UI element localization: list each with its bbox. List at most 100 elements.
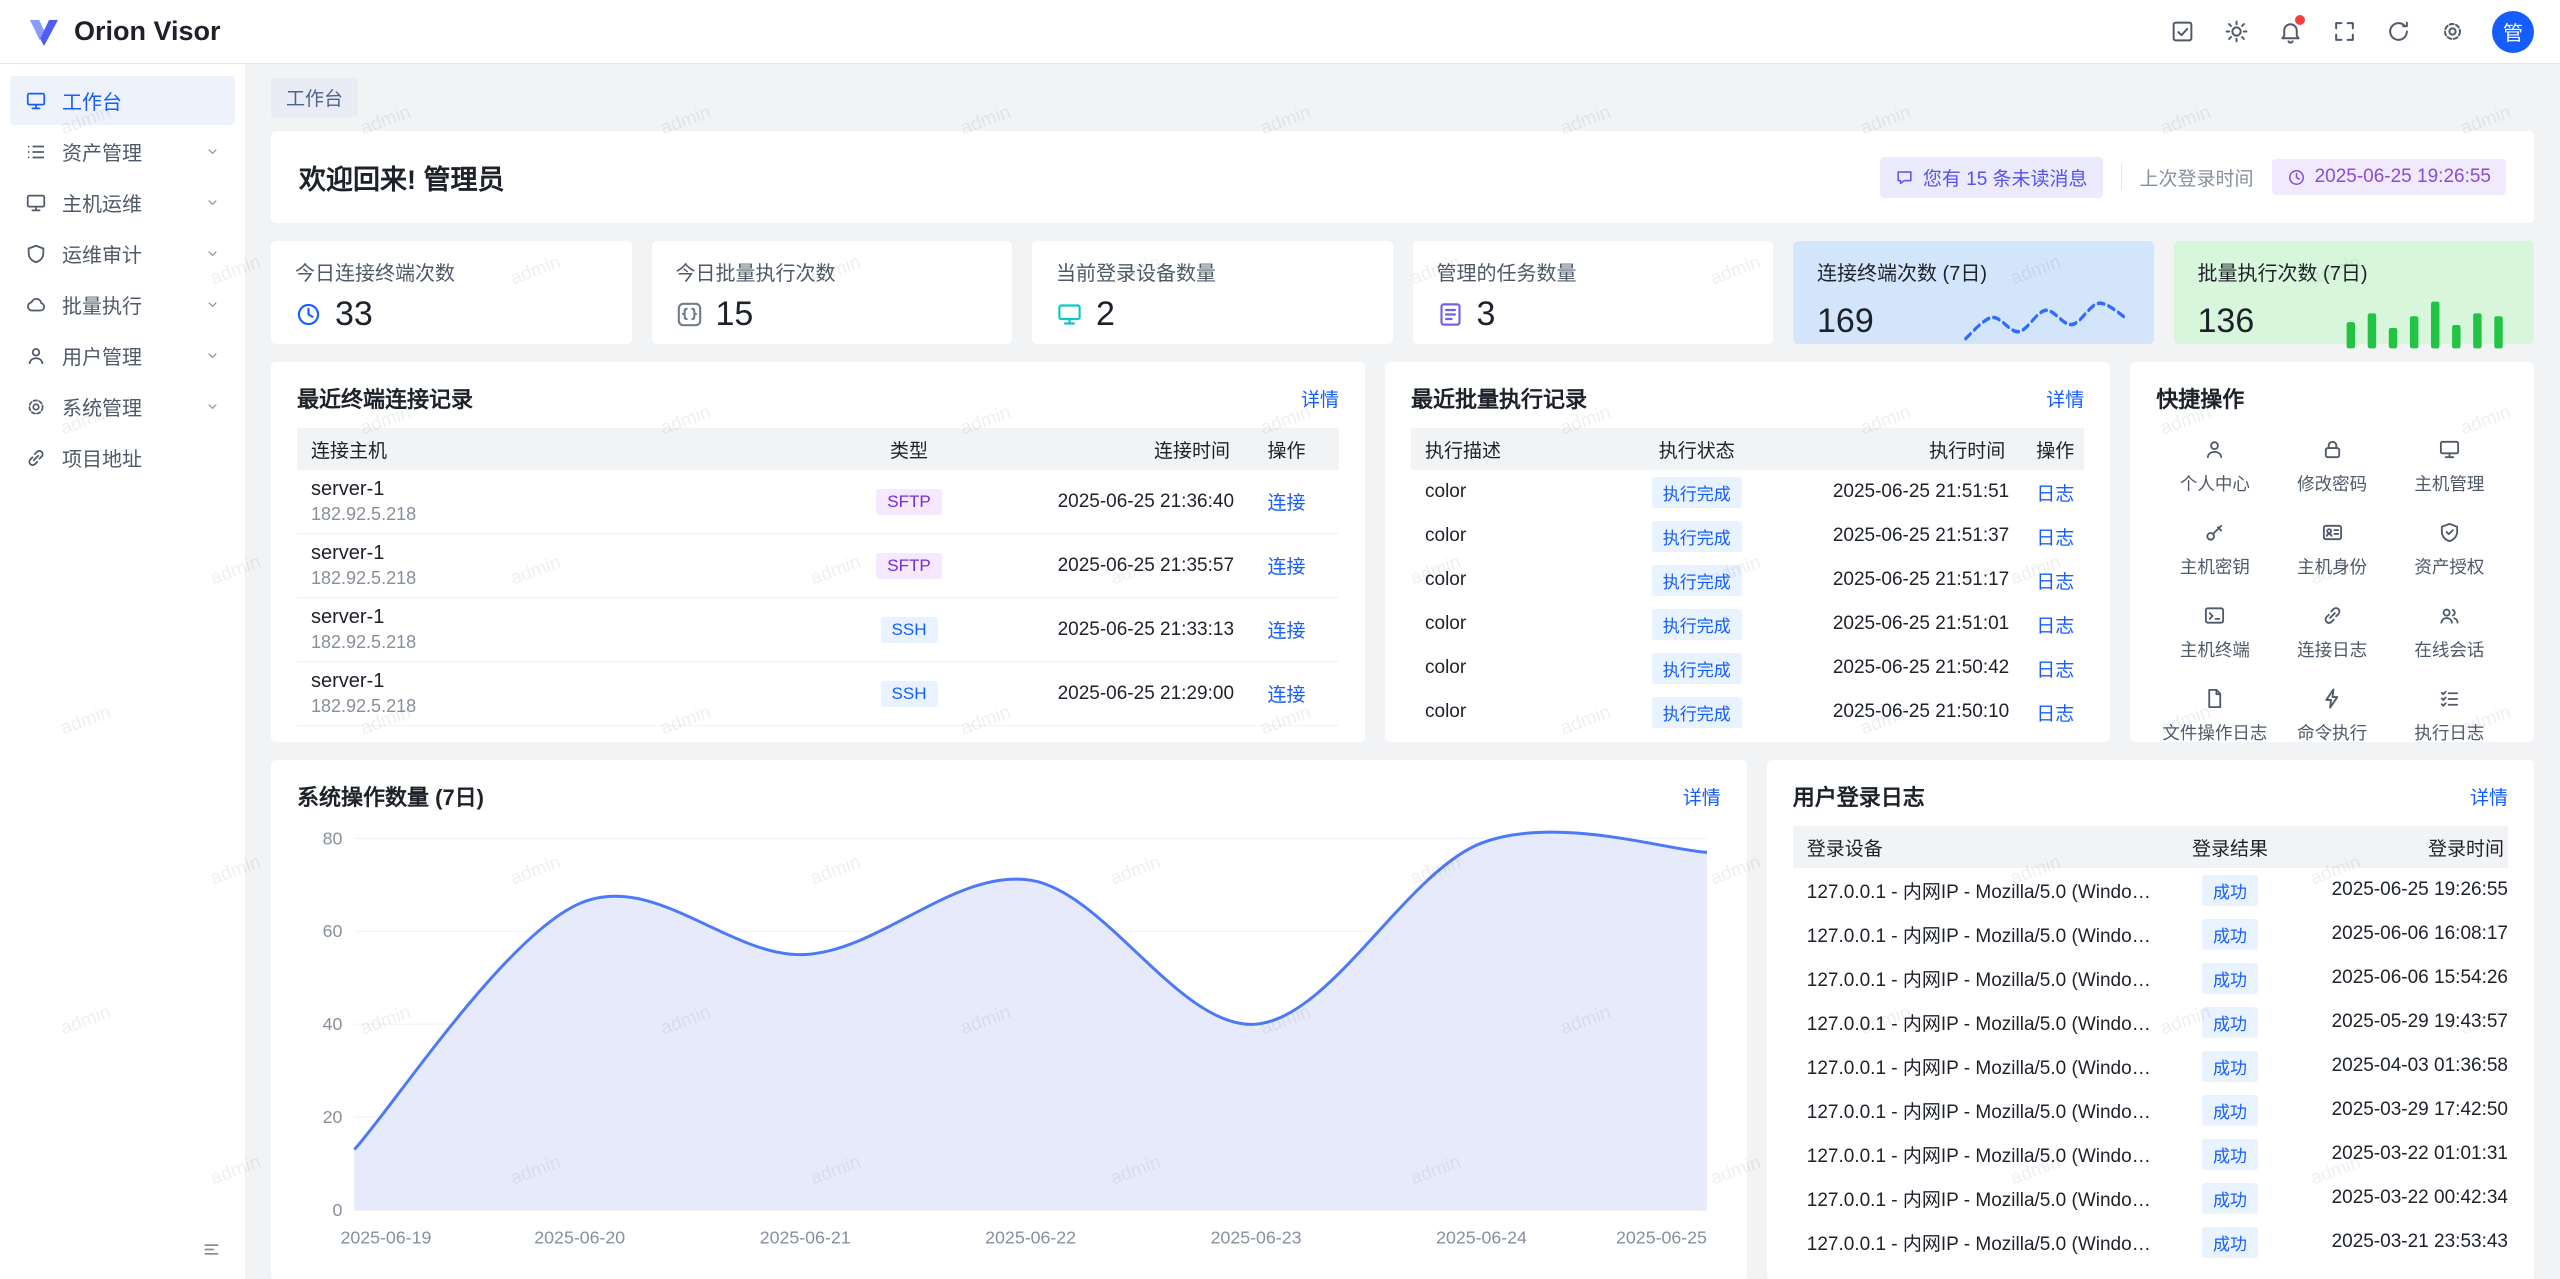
- sidebar-item-icon: [25, 294, 47, 316]
- sidebar-item[interactable]: 项目地址: [10, 433, 235, 482]
- quick-actions-panel: 快捷操作 个人中心 修改密码 主机管理: [2130, 362, 2534, 742]
- unread-messages-badge[interactable]: 您有 15 条未读消息: [1880, 157, 2103, 198]
- quick-action-label: 修改密码: [2297, 471, 2367, 496]
- log-link[interactable]: 日志: [2036, 704, 2074, 725]
- login-device: 127.0.0.1 - 内网IP - Mozilla/5.0 (Windows …: [1793, 877, 2170, 904]
- svg-text:2025-06-19: 2025-06-19: [340, 1228, 431, 1248]
- log-link[interactable]: 日志: [2036, 528, 2074, 549]
- connect-link[interactable]: 连接: [1268, 557, 1306, 578]
- panel-title: 最近终端连接记录: [297, 382, 473, 414]
- host-name: server-1: [311, 670, 839, 693]
- table-row: server-1 182.92.5.218 SSH 2025-06-25 21:…: [297, 598, 1339, 662]
- quick-action[interactable]: 个人中心: [2156, 438, 2273, 496]
- quick-action[interactable]: 文件操作日志: [2156, 687, 2273, 745]
- type-tag: SFTP: [876, 489, 941, 515]
- quick-action[interactable]: 主机管理: [2391, 438, 2508, 496]
- stat-label: 连接终端次数 (7日): [1817, 257, 2130, 286]
- login-result-tag: 成功: [2202, 963, 2258, 994]
- batch-executions-7d-card: 批量执行次数 (7日) 136: [2174, 241, 2535, 344]
- login-logs-panel: 用户登录日志 详情 登录设备 登录结果 登录时间 127.0.0.1 - 内网I…: [1767, 760, 2534, 1279]
- connect-link[interactable]: 连接: [1268, 685, 1306, 706]
- notifications-button[interactable]: [2268, 10, 2312, 54]
- quick-action[interactable]: 主机终端: [2156, 604, 2273, 662]
- sidebar-item[interactable]: 批量执行: [10, 280, 235, 329]
- table-row: color 执行完成 2025-06-25 21:51:37 日志: [1411, 514, 2084, 558]
- table-row: color 执行完成 2025-06-25 21:51:01 日志: [1411, 602, 2084, 646]
- sidebar-item[interactable]: 运维审计: [10, 229, 235, 278]
- operations-chart-panel: 系统操作数量 (7日) 详情 0204060802025-06-192025-0…: [271, 760, 1747, 1279]
- breadcrumb[interactable]: 工作台: [271, 78, 358, 117]
- log-link[interactable]: 日志: [2036, 572, 2074, 593]
- login-time: 2025-03-29 17:42:50: [2290, 1099, 2508, 1121]
- login-time: 2025-04-03 01:36:58: [2290, 1055, 2508, 1077]
- chat-icon: [1895, 168, 1914, 187]
- sidebar-item-icon: [25, 243, 47, 265]
- quick-action[interactable]: 在线会话: [2391, 604, 2508, 662]
- sidebar-collapse-button[interactable]: [193, 1231, 229, 1267]
- log-link[interactable]: 日志: [2036, 484, 2074, 505]
- settings-button[interactable]: [2430, 10, 2474, 54]
- quick-action-icon: [2438, 604, 2461, 627]
- unread-messages-text: 您有 15 条未读消息: [1923, 164, 2088, 191]
- connections-detail-link[interactable]: 详情: [1301, 385, 1339, 412]
- sidebar-item[interactable]: 系统管理: [10, 382, 235, 431]
- quick-action-label: 主机密钥: [2180, 554, 2250, 579]
- quick-action[interactable]: 修改密码: [2274, 438, 2391, 496]
- stat-label: 当前登录设备数量: [1056, 257, 1369, 286]
- sidebar-item[interactable]: 工作台: [10, 76, 235, 125]
- quick-action-icon: [2438, 687, 2461, 710]
- sidebar-item[interactable]: 资产管理: [10, 127, 235, 176]
- execution-time: 2025-06-25 21:51:51: [1774, 481, 2009, 503]
- panel-title: 快捷操作: [2156, 382, 2244, 414]
- fullscreen-button[interactable]: [2322, 10, 2366, 54]
- user-avatar[interactable]: 管: [2492, 11, 2534, 53]
- quick-action[interactable]: 连接日志: [2274, 604, 2391, 662]
- status-tag: 执行完成: [1652, 653, 1742, 684]
- quick-action[interactable]: 主机身份: [2274, 521, 2391, 579]
- chevron-down-icon: [205, 297, 220, 312]
- quick-action[interactable]: 执行日志: [2391, 687, 2508, 745]
- connect-link[interactable]: 连接: [1268, 621, 1306, 642]
- svg-text:2025-06-20: 2025-06-20: [534, 1228, 625, 1248]
- execution-desc: color: [1411, 613, 1619, 635]
- sidebar-item[interactable]: 主机运维: [10, 178, 235, 227]
- quick-action-icon: [2321, 687, 2344, 710]
- panel-title: 最近批量执行记录: [1411, 382, 1587, 414]
- log-link[interactable]: 日志: [2036, 660, 2074, 681]
- column-header: 登录设备: [1793, 834, 2170, 861]
- connect-link[interactable]: 连接: [1268, 493, 1306, 514]
- refresh-button[interactable]: [2376, 10, 2420, 54]
- execution-desc: color: [1411, 525, 1619, 547]
- chevron-down-icon: [205, 246, 220, 261]
- login-device: 127.0.0.1 - 内网IP - Mozilla/5.0 (Windows …: [1793, 921, 2170, 948]
- login-logs-detail-link[interactable]: 详情: [2470, 783, 2508, 810]
- type-tag: SSH: [881, 617, 938, 643]
- column-header: 登录时间: [2290, 834, 2508, 861]
- sidebar-item-label: 资产管理: [62, 137, 190, 166]
- stat-value: 3: [1477, 295, 1496, 334]
- stat-card: 今日批量执行次数 15: [652, 241, 1013, 344]
- execution-desc: color: [1411, 569, 1619, 591]
- topbar: Orion Visor 管: [0, 0, 2560, 64]
- executions-detail-link[interactable]: 详情: [2046, 385, 2084, 412]
- theme-toggle-button[interactable]: [2214, 10, 2258, 54]
- sidebar-item-icon: [25, 90, 47, 112]
- chart-detail-link[interactable]: 详情: [1683, 783, 1721, 810]
- connection-time: 2025-06-25 21:33:13: [979, 619, 1234, 641]
- login-result-tag: 成功: [2202, 919, 2258, 950]
- quick-action[interactable]: 主机密钥: [2156, 521, 2273, 579]
- tasks-button[interactable]: [2160, 10, 2204, 54]
- svg-text:0: 0: [333, 1200, 343, 1220]
- log-link[interactable]: 日志: [2036, 616, 2074, 637]
- quick-action-icon: [2203, 687, 2226, 710]
- svg-text:60: 60: [323, 921, 343, 941]
- sidebar-item-label: 主机运维: [62, 188, 190, 217]
- gear-icon: [2440, 19, 2465, 44]
- sidebar-item[interactable]: 用户管理: [10, 331, 235, 380]
- execution-desc: color: [1411, 701, 1619, 723]
- stat-label: 今日批量执行次数: [676, 257, 989, 286]
- quick-action[interactable]: 命令执行: [2274, 687, 2391, 745]
- quick-action[interactable]: 资产授权: [2391, 521, 2508, 579]
- table-row: 127.0.0.1 - 内网IP - Mozilla/5.0 (Windows …: [1793, 1044, 2508, 1088]
- login-result-tag: 成功: [2202, 1227, 2258, 1258]
